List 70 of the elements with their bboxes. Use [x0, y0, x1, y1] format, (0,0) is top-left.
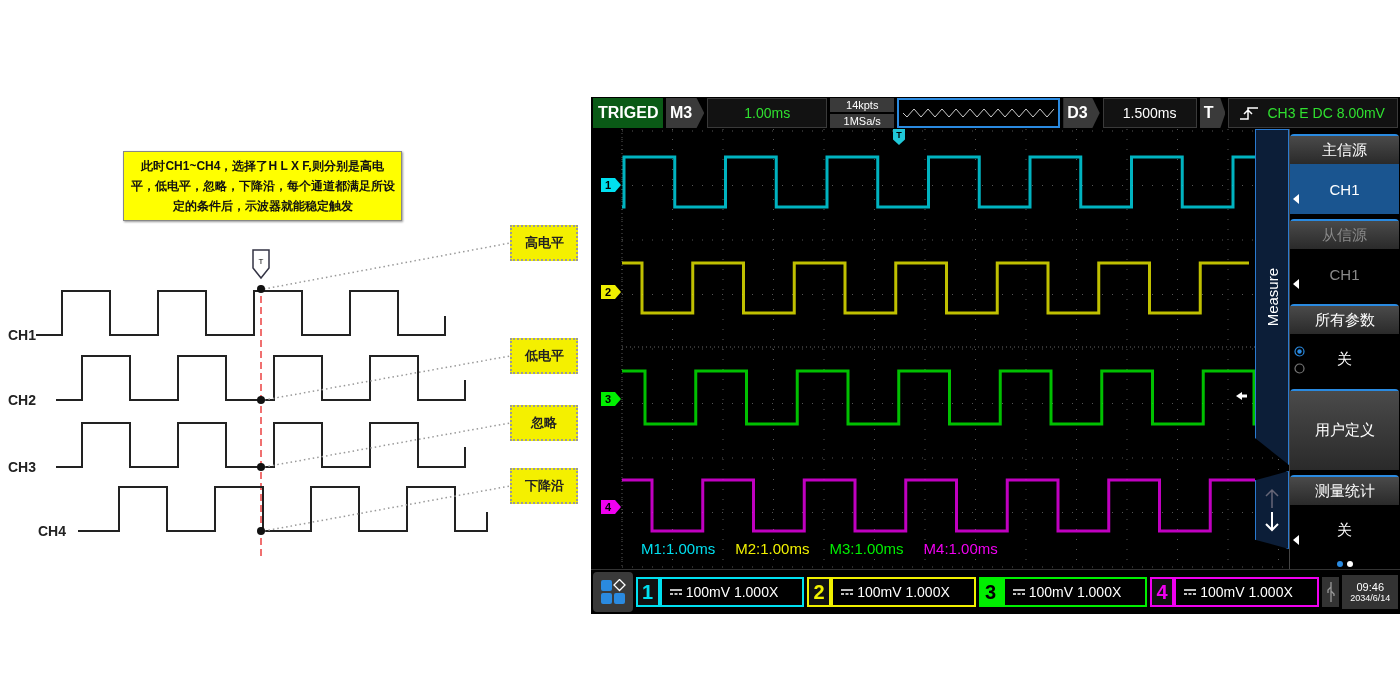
- channel-number[interactable]: 2: [807, 577, 832, 607]
- radio-button[interactable]: [1294, 363, 1305, 374]
- usb-icon: [1325, 581, 1336, 603]
- delay-value[interactable]: 1.500ms: [1102, 98, 1197, 128]
- apps-icon: [599, 579, 626, 605]
- menu-title: 所有参数: [1290, 306, 1399, 334]
- timebase-value[interactable]: 1.00ms: [707, 98, 828, 128]
- trigger-level-icon: [1236, 392, 1247, 400]
- channel-marker[interactable]: 2: [601, 285, 621, 299]
- channel-scale[interactable]: 100mV 1.000X: [659, 577, 805, 607]
- menu-value[interactable]: 关: [1290, 505, 1399, 555]
- trigger-point: [257, 285, 265, 293]
- page-dot[interactable]: [1336, 561, 1343, 567]
- channel-scale[interactable]: 100mV 1.000X: [831, 577, 976, 607]
- condition-label: 高电平: [510, 225, 578, 261]
- menu-title: 测量统计: [1290, 477, 1399, 505]
- trigger-marker: T: [252, 249, 270, 280]
- dc-coupling-icon: [669, 588, 682, 596]
- measure-tab[interactable]: Measure: [1263, 267, 1281, 327]
- trigger-marker[interactable]: T: [893, 129, 905, 145]
- condition-label: 下降沿: [510, 468, 578, 504]
- radio-button[interactable]: [1294, 346, 1305, 357]
- trigger-point: [257, 396, 265, 404]
- caret-icon: [1293, 279, 1299, 289]
- caret-icon: [1293, 535, 1299, 545]
- measurement: M3:1.00ms: [829, 540, 904, 557]
- apps-button[interactable]: [593, 572, 633, 612]
- dc-coupling-icon: [841, 588, 854, 596]
- dc-coupling-icon: [1184, 588, 1197, 596]
- channel-scale[interactable]: 100mV 1.000X: [1002, 577, 1148, 607]
- menu-title: 从信源: [1290, 221, 1399, 249]
- memory-depth: 14kpts: [830, 98, 895, 112]
- channel-marker[interactable]: 3: [601, 392, 621, 406]
- trigger-point: [257, 463, 265, 471]
- measurement: M4:1.00ms: [923, 540, 998, 557]
- menu-value: 关: [1337, 349, 1352, 369]
- channel-marker[interactable]: 1: [601, 178, 621, 192]
- channel-label: CH3: [8, 459, 36, 475]
- trigger-status: TRIGED: [593, 98, 663, 128]
- waveform-overview[interactable]: [897, 98, 1061, 128]
- measurement: M1:1.00ms: [641, 540, 716, 557]
- clock-date: 2034/6/14: [1350, 593, 1391, 603]
- clock-time: 09:46: [1356, 581, 1384, 593]
- delay-label: D3: [1063, 98, 1100, 128]
- page-dot[interactable]: [1346, 561, 1353, 567]
- channel-scale[interactable]: 100mV 1.000X: [1174, 577, 1319, 607]
- menu-button[interactable]: 用户定义: [1290, 391, 1399, 470]
- channel-number[interactable]: 1: [635, 577, 660, 607]
- condition-label: 忽略: [510, 405, 578, 441]
- menu-title: 主信源: [1290, 136, 1399, 164]
- channel-number[interactable]: 3: [978, 577, 1003, 607]
- channel-marker[interactable]: 4: [601, 500, 621, 514]
- channel-number[interactable]: 4: [1150, 577, 1175, 607]
- channel-label: CH4: [38, 523, 66, 539]
- timebase-label: M3: [666, 98, 705, 128]
- sample-rate: 1MSa/s: [830, 114, 895, 128]
- channel-label: CH1: [8, 327, 36, 343]
- trigger-info[interactable]: CH3 E DC 8.00mV: [1228, 98, 1398, 128]
- measurement: M2:1.00ms: [735, 540, 810, 557]
- channel-label: CH2: [8, 392, 36, 408]
- note-callout: 此时CH1~CH4，选择了H L X F,则分别是高电平，低电平，忽略，下降沿，每个通道都满足所设定的条件后，示波器就能稳定触发: [123, 151, 402, 221]
- caret-icon: [1293, 194, 1299, 204]
- trigger-source: CH3 E DC 8.00mV: [1267, 105, 1385, 121]
- up-down-arrows-icon: [1263, 488, 1281, 532]
- rising-edge-icon: [1239, 105, 1260, 121]
- trigger-point: [257, 527, 265, 535]
- trigger-label: T: [1199, 98, 1226, 128]
- dc-coupling-icon: [1012, 588, 1025, 596]
- menu-value[interactable]: CH1: [1290, 164, 1399, 214]
- condition-label: 低电平: [510, 338, 578, 374]
